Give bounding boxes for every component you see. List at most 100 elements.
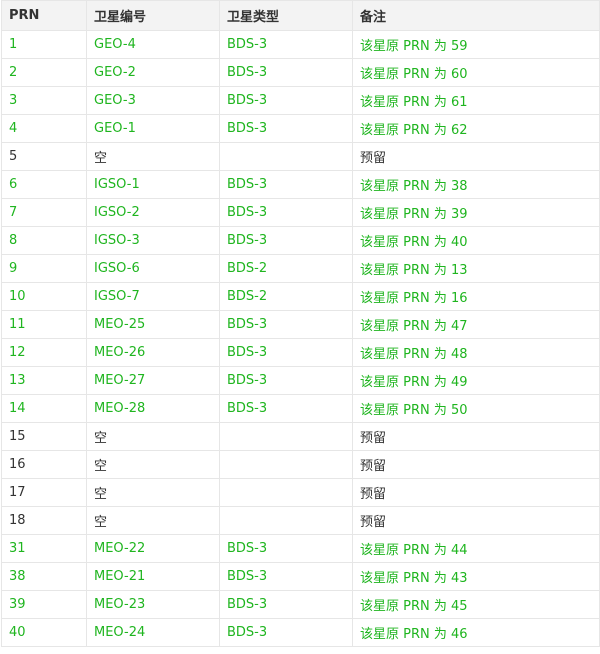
table-row: 1 GEO-4 BDS-3 该星原 PRN 为 59 — [1, 30, 600, 59]
cell-satellite-type: BDS-3 — [219, 562, 353, 591]
table-row: 40 MEO-24 BDS-3 该星原 PRN 为 46 — [1, 618, 600, 647]
cell-satellite-id: MEO-27 — [86, 366, 220, 395]
cell-remarks: 该星原 PRN 为 16 — [352, 282, 600, 311]
cell-satellite-id: MEO-23 — [86, 590, 220, 619]
cell-remarks: 预留 — [352, 506, 600, 535]
cell-prn: 13 — [1, 366, 87, 395]
cell-remarks: 预留 — [352, 422, 600, 451]
cell-remarks: 该星原 PRN 为 46 — [352, 618, 600, 647]
table-row: 31 MEO-22 BDS-3 该星原 PRN 为 44 — [1, 534, 600, 563]
table-row: 7 IGSO-2 BDS-3 该星原 PRN 为 39 — [1, 198, 600, 227]
cell-prn: 2 — [1, 58, 87, 87]
table-row: 13 MEO-27 BDS-3 该星原 PRN 为 49 — [1, 366, 600, 395]
cell-satellite-id: GEO-2 — [86, 58, 220, 87]
cell-satellite-type — [219, 450, 353, 479]
header-prn: PRN — [1, 0, 87, 31]
table-header: PRN 卫星编号 卫星类型 备注 — [1, 0, 600, 31]
table-row: 18 空 预留 — [1, 506, 600, 535]
cell-prn: 11 — [1, 310, 87, 339]
cell-satellite-type: BDS-2 — [219, 254, 353, 283]
cell-prn: 31 — [1, 534, 87, 563]
cell-satellite-type: BDS-3 — [219, 226, 353, 255]
cell-remarks: 该星原 PRN 为 43 — [352, 562, 600, 591]
cell-prn: 6 — [1, 170, 87, 199]
table-row: 12 MEO-26 BDS-3 该星原 PRN 为 48 — [1, 338, 600, 367]
cell-remarks: 该星原 PRN 为 61 — [352, 86, 600, 115]
cell-satellite-id: IGSO-7 — [86, 282, 220, 311]
cell-remarks: 该星原 PRN 为 44 — [352, 534, 600, 563]
cell-remarks: 预留 — [352, 450, 600, 479]
cell-remarks: 该星原 PRN 为 40 — [352, 226, 600, 255]
cell-satellite-id: MEO-25 — [86, 310, 220, 339]
table-row: 3 GEO-3 BDS-3 该星原 PRN 为 61 — [1, 86, 600, 115]
cell-satellite-type: BDS-2 — [219, 282, 353, 311]
cell-prn: 18 — [1, 506, 87, 535]
table-row: 10 IGSO-7 BDS-2 该星原 PRN 为 16 — [1, 282, 600, 311]
cell-satellite-type: BDS-3 — [219, 114, 353, 143]
cell-satellite-id: IGSO-6 — [86, 254, 220, 283]
cell-satellite-id: GEO-1 — [86, 114, 220, 143]
cell-satellite-type — [219, 422, 353, 451]
cell-satellite-type: BDS-3 — [219, 30, 353, 59]
cell-satellite-id: MEO-22 — [86, 534, 220, 563]
cell-prn: 15 — [1, 422, 87, 451]
cell-satellite-id: 空 — [86, 142, 220, 171]
cell-prn: 38 — [1, 562, 87, 591]
cell-satellite-type: BDS-3 — [219, 338, 353, 367]
cell-prn: 4 — [1, 114, 87, 143]
cell-prn: 10 — [1, 282, 87, 311]
cell-remarks: 预留 — [352, 478, 600, 507]
cell-satellite-id: MEO-21 — [86, 562, 220, 591]
cell-prn: 14 — [1, 394, 87, 423]
table-row: 38 MEO-21 BDS-3 该星原 PRN 为 43 — [1, 562, 600, 591]
cell-satellite-type: BDS-3 — [219, 310, 353, 339]
cell-satellite-type: BDS-3 — [219, 58, 353, 87]
cell-satellite-type: BDS-3 — [219, 534, 353, 563]
cell-remarks: 该星原 PRN 为 60 — [352, 58, 600, 87]
cell-satellite-type: BDS-3 — [219, 198, 353, 227]
cell-remarks: 该星原 PRN 为 59 — [352, 30, 600, 59]
cell-satellite-type: BDS-3 — [219, 366, 353, 395]
cell-prn: 40 — [1, 618, 87, 647]
table-row: 11 MEO-25 BDS-3 该星原 PRN 为 47 — [1, 310, 600, 339]
satellite-prn-table: PRN 卫星编号 卫星类型 备注 1 GEO-4 BDS-3 该星原 PRN 为 59… — [1, 0, 600, 647]
cell-prn: 17 — [1, 478, 87, 507]
cell-satellite-id: IGSO-2 — [86, 198, 220, 227]
cell-prn: 16 — [1, 450, 87, 479]
cell-satellite-id: IGSO-3 — [86, 226, 220, 255]
table-row: 4 GEO-1 BDS-3 该星原 PRN 为 62 — [1, 114, 600, 143]
table-row: 9 IGSO-6 BDS-2 该星原 PRN 为 13 — [1, 254, 600, 283]
cell-satellite-type — [219, 506, 353, 535]
cell-remarks: 该星原 PRN 为 48 — [352, 338, 600, 367]
cell-prn: 7 — [1, 198, 87, 227]
table-row: 5 空 预留 — [1, 142, 600, 171]
header-remarks: 备注 — [352, 0, 600, 31]
cell-satellite-type — [219, 478, 353, 507]
table-row: 2 GEO-2 BDS-3 该星原 PRN 为 60 — [1, 58, 600, 87]
table-row: 6 IGSO-1 BDS-3 该星原 PRN 为 38 — [1, 170, 600, 199]
cell-satellite-type: BDS-3 — [219, 170, 353, 199]
cell-prn: 5 — [1, 142, 87, 171]
table-row: 17 空 预留 — [1, 478, 600, 507]
cell-satellite-id: GEO-4 — [86, 30, 220, 59]
cell-satellite-id: MEO-26 — [86, 338, 220, 367]
cell-prn: 3 — [1, 86, 87, 115]
cell-satellite-type: BDS-3 — [219, 86, 353, 115]
cell-remarks: 该星原 PRN 为 45 — [352, 590, 600, 619]
table-row: 39 MEO-23 BDS-3 该星原 PRN 为 45 — [1, 590, 600, 619]
header-satellite-type: 卫星类型 — [219, 0, 353, 31]
cell-satellite-type: BDS-3 — [219, 590, 353, 619]
cell-prn: 8 — [1, 226, 87, 255]
table-row: 15 空 预留 — [1, 422, 600, 451]
cell-remarks: 该星原 PRN 为 38 — [352, 170, 600, 199]
cell-satellite-id: MEO-24 — [86, 618, 220, 647]
cell-satellite-type: BDS-3 — [219, 394, 353, 423]
cell-satellite-id: GEO-3 — [86, 86, 220, 115]
cell-remarks: 该星原 PRN 为 39 — [352, 198, 600, 227]
cell-satellite-id: MEO-28 — [86, 394, 220, 423]
cell-prn: 1 — [1, 30, 87, 59]
cell-remarks: 该星原 PRN 为 47 — [352, 310, 600, 339]
cell-satellite-id: 空 — [86, 478, 220, 507]
table-row: 14 MEO-28 BDS-3 该星原 PRN 为 50 — [1, 394, 600, 423]
cell-satellite-id: IGSO-1 — [86, 170, 220, 199]
